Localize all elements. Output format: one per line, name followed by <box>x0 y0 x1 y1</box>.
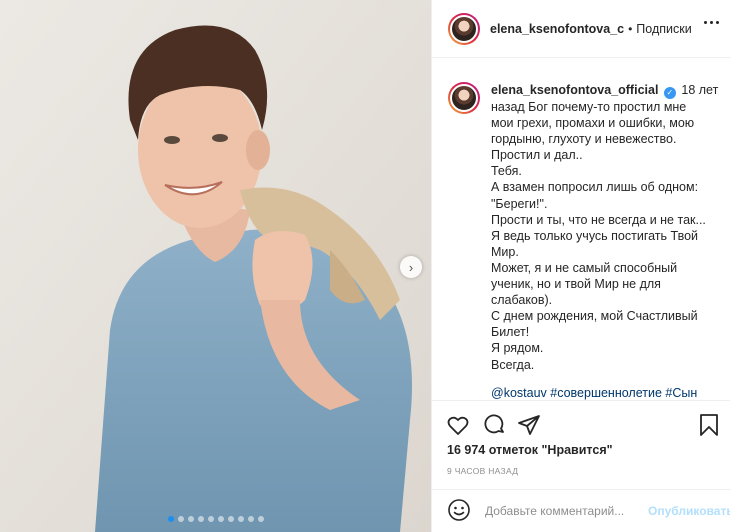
caption-line: мои грехи, промахи и ошибки, мою <box>491 116 695 131</box>
caption-line: Простил и дал.. <box>491 148 583 163</box>
paper-plane-icon[interactable] <box>517 413 541 440</box>
more-horizontal-icon[interactable] <box>704 21 719 24</box>
likes-count[interactable]: 16 974 отметок "Нравится" <box>447 443 613 457</box>
bookmark-icon[interactable] <box>698 413 720 440</box>
chevron-right-icon: › <box>408 259 414 275</box>
caption-hashtags[interactable]: @kostauv #совершеннолетие #Сын <box>491 385 719 400</box>
photo-illustration <box>0 0 431 532</box>
caption-line: Всегда. <box>491 357 535 372</box>
publish-button[interactable]: Опубликовать <box>648 504 730 518</box>
caption-line: назад Бог почему-то простил мне <box>491 100 687 114</box>
caption-avatar[interactable] <box>448 82 480 114</box>
next-slide-button[interactable]: › <box>400 256 422 278</box>
avatar[interactable] <box>448 12 480 45</box>
caption-line: Прости и ты, что не всегда и не так... <box>491 212 706 227</box>
slide-dot <box>168 516 174 522</box>
slide-dot <box>178 516 184 522</box>
caption-line: А взамен попросил лишь об одном: <box>491 180 699 195</box>
comment-icon[interactable] <box>483 413 507 440</box>
caption-line: Я ведь только учусь постигать Твой <box>491 228 699 243</box>
caption-area: elena_ksenofontova_official ✓ 18 лет наз… <box>432 74 730 400</box>
caption-text: elena_ksenofontova_official ✓ 18 лет наз… <box>491 82 719 400</box>
slide-dot <box>188 516 194 522</box>
slide-dot <box>198 516 204 522</box>
slide-dot <box>218 516 224 522</box>
heart-icon[interactable] <box>446 413 470 440</box>
emoji-icon[interactable] <box>447 498 471 525</box>
header-separator: • <box>628 21 633 36</box>
caption-line: Билет! <box>491 325 530 340</box>
comment-bar: Опубликовать <box>431 489 730 532</box>
post-photo[interactable]: › <box>0 0 431 532</box>
caption-line: слабаков). <box>491 293 553 308</box>
caption-author[interactable]: elena_ksenofontova_official <box>491 83 658 97</box>
slide-dot <box>258 516 264 522</box>
caption-line: "Береги!". <box>491 196 548 211</box>
caption-line: Мир. <box>491 244 519 259</box>
slide-dot <box>228 516 234 522</box>
caption-line: Я рядом. <box>491 341 544 356</box>
follow-status-button[interactable]: Подписки <box>636 22 691 36</box>
slide-indicator <box>168 516 264 522</box>
caption-line: Тебя. <box>491 164 522 179</box>
slide-dot <box>248 516 254 522</box>
header-username[interactable]: elena_ksenofontova_c <box>490 22 624 36</box>
post-timestamp[interactable]: 9 ЧАСОВ НАЗАД <box>447 466 518 476</box>
caption-line: ученик, но и твой Мир не для <box>491 277 661 292</box>
post-header: elena_ksenofontova_c • Подписки <box>432 0 730 58</box>
comment-input[interactable] <box>485 504 640 518</box>
verified-badge-icon: ✓ <box>663 87 676 99</box>
caption-line: С днем рождения, мой Счастливый <box>491 309 698 324</box>
caption-line-0: 18 лет <box>681 83 719 97</box>
caption-line: гордыню, глухоту и невежество. <box>491 132 677 147</box>
caption-line: Может, я и не самый способный <box>491 260 678 275</box>
slide-dot <box>208 516 214 522</box>
slide-dot <box>238 516 244 522</box>
